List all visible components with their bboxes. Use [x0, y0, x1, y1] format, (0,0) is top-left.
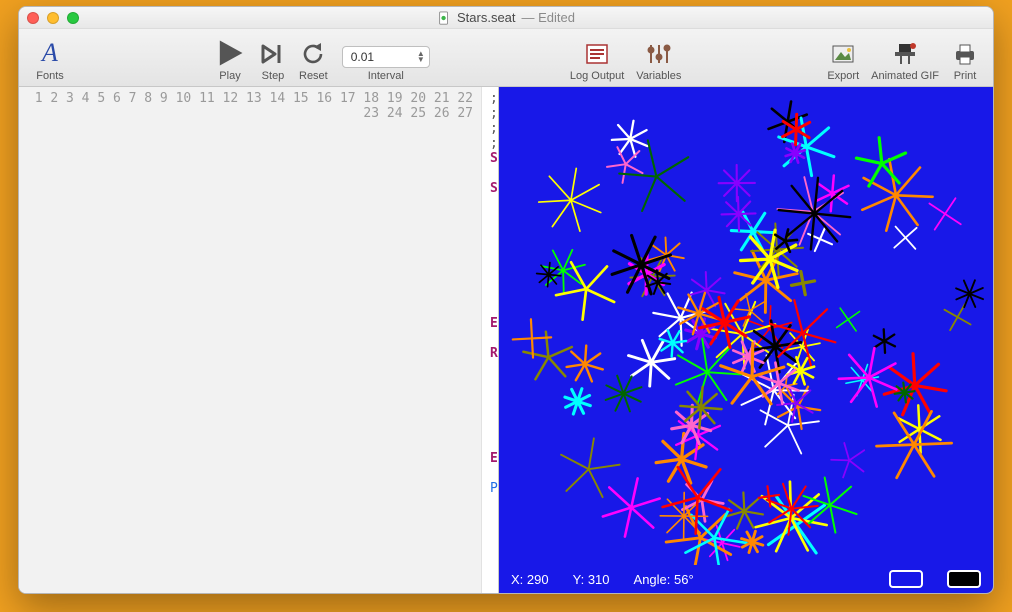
line-number-gutter: 1 2 3 4 5 6 7 8 9 10 11 12 13 14 15 16 1… — [19, 87, 482, 593]
log-output-button[interactable]: Log Output — [570, 40, 624, 82]
interval-control: 0.01 ▲▼ Interval — [342, 46, 430, 82]
stepper-arrows-icon: ▲▼ — [417, 51, 425, 63]
window-title: Stars.seat — Edited — [19, 10, 993, 25]
variables-icon — [645, 40, 673, 68]
canvas-pane: X: 290 Y: 310 Angle: 56° — [499, 87, 993, 593]
toolbar: A Fonts Play Step Reset 0.01 — [19, 29, 993, 87]
code-text[interactable]: ; This program takes a long time to run,… — [482, 87, 498, 593]
content-area: 1 2 3 4 5 6 7 8 9 10 11 12 13 14 15 16 1… — [19, 87, 993, 593]
document-icon — [437, 11, 451, 25]
close-window-button[interactable] — [27, 12, 39, 24]
step-button[interactable]: Step — [259, 40, 287, 82]
print-icon — [951, 40, 979, 68]
fonts-icon: A — [33, 38, 67, 68]
reset-button[interactable]: Reset — [299, 40, 328, 82]
pen-color-swatch[interactable] — [889, 570, 923, 588]
play-label: Play — [219, 70, 240, 82]
titlebar: Stars.seat — Edited — [19, 7, 993, 29]
log-output-label: Log Output — [570, 70, 624, 82]
log-output-icon — [583, 40, 611, 68]
variables-button[interactable]: Variables — [636, 40, 681, 82]
status-x: X: 290 — [511, 572, 549, 587]
animated-gif-icon — [891, 40, 919, 68]
svg-text:A: A — [40, 38, 58, 67]
step-label: Step — [262, 70, 285, 82]
zoom-window-button[interactable] — [67, 12, 79, 24]
play-button[interactable]: Play — [213, 38, 247, 82]
drawing-canvas — [499, 87, 993, 565]
window-controls — [27, 12, 79, 24]
variables-label: Variables — [636, 70, 681, 82]
code-editor[interactable]: 1 2 3 4 5 6 7 8 9 10 11 12 13 14 15 16 1… — [19, 87, 499, 593]
animated-gif-label: Animated GIF — [871, 70, 939, 82]
interval-value: 0.01 — [351, 50, 374, 64]
reset-icon — [299, 40, 327, 68]
interval-stepper[interactable]: 0.01 ▲▼ — [342, 46, 430, 68]
minimize-window-button[interactable] — [47, 12, 59, 24]
edited-indicator: — Edited — [522, 10, 575, 25]
fonts-button[interactable]: A Fonts — [33, 38, 67, 82]
export-icon — [829, 40, 857, 68]
canvas-status-bar: X: 290 Y: 310 Angle: 56° — [499, 565, 993, 593]
export-button[interactable]: Export — [827, 40, 859, 82]
interval-label: Interval — [368, 70, 404, 82]
play-icon — [213, 38, 247, 68]
step-icon — [259, 40, 287, 68]
export-label: Export — [827, 70, 859, 82]
print-label: Print — [954, 70, 977, 82]
animated-gif-button[interactable]: Animated GIF — [871, 40, 939, 82]
status-y: Y: 310 — [573, 572, 610, 587]
fill-color-swatch[interactable] — [947, 570, 981, 588]
document-title: Stars.seat — [457, 10, 516, 25]
reset-label: Reset — [299, 70, 328, 82]
status-angle: Angle: 56° — [634, 572, 694, 587]
print-button[interactable]: Print — [951, 40, 979, 82]
app-window: Stars.seat — Edited A Fonts Play Step — [18, 6, 994, 594]
fonts-label: Fonts — [36, 70, 64, 82]
